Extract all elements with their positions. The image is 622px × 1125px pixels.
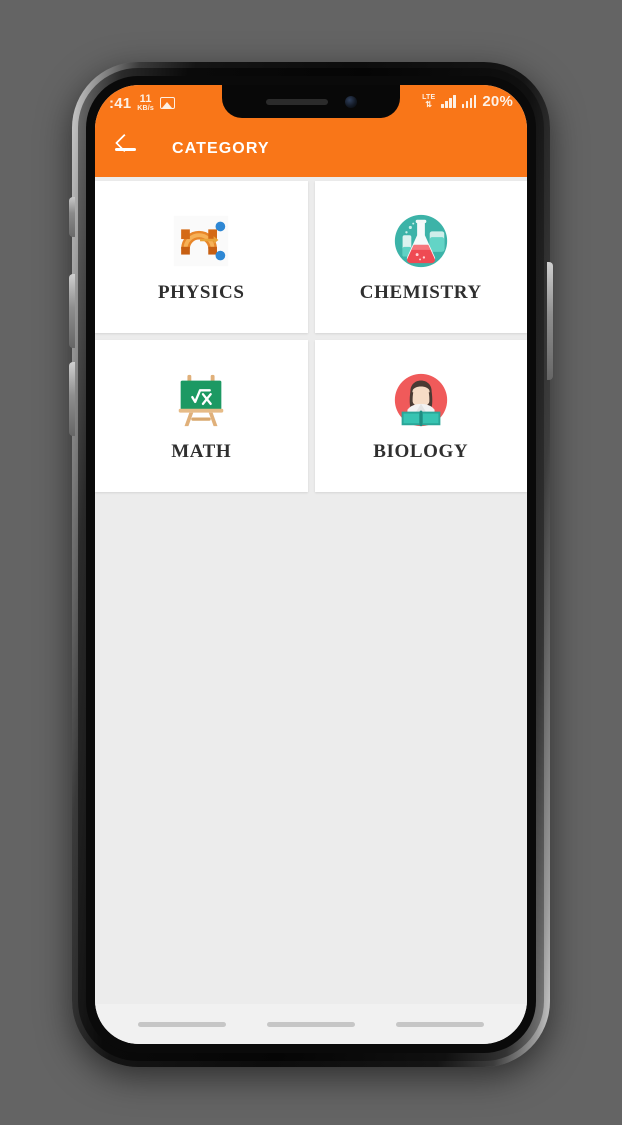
flask-icon [390, 210, 452, 272]
status-bar-right: LTE ⇅ 20% [422, 89, 513, 109]
power-button[interactable] [547, 262, 553, 380]
category-label: BIOLOGY [373, 441, 469, 462]
app-header-bar: CATEGORY [95, 121, 527, 177]
category-label: CHEMISTRY [359, 282, 482, 303]
nav-bar-recents[interactable] [137, 1021, 226, 1027]
silence-switch-button[interactable] [69, 197, 75, 237]
image-icon [160, 97, 176, 109]
signal-strength-icon-sim2 [461, 95, 477, 108]
nav-bar-home[interactable] [266, 1021, 355, 1027]
data-transfer-arrows-icon: ⇅ [425, 100, 433, 109]
lte-indicator: LTE ⇅ [422, 94, 435, 109]
network-speed-value: 11 [139, 93, 152, 105]
category-card-chemistry[interactable]: CHEMISTRY [314, 181, 527, 333]
system-navigation-bar [95, 1004, 527, 1044]
back-arrow-icon[interactable] [113, 136, 139, 162]
volume-up-button[interactable] [69, 274, 75, 348]
magnet-icon [170, 210, 232, 272]
chalkboard-icon [170, 369, 232, 431]
status-clock: :41 [109, 94, 132, 112]
volume-down-button[interactable] [69, 362, 75, 436]
status-bar: :41 11 KB/s LTE ⇅ 20% [95, 85, 527, 121]
network-speed-unit: KB/s [137, 105, 155, 112]
category-grid: PHYSICS CHEMISTRY MATH BIOLOGY [95, 177, 527, 492]
status-bar-left: :41 11 KB/s [109, 89, 176, 113]
student-icon [390, 369, 452, 431]
category-label: MATH [171, 441, 232, 462]
category-content-area: PHYSICS CHEMISTRY MATH BIOLOGY [95, 177, 527, 1004]
category-card-biology[interactable]: BIOLOGY [314, 340, 527, 492]
front-camera-icon [344, 95, 357, 108]
earpiece-speaker-icon [265, 98, 328, 105]
nav-bar-back[interactable] [396, 1021, 485, 1027]
category-label: PHYSICS [157, 282, 245, 303]
display-notch [222, 85, 400, 118]
page-title: CATEGORY [172, 140, 270, 157]
phone-device-frame: :41 11 KB/s LTE ⇅ 20% CATEGORY PHYSICS C… [69, 62, 553, 1067]
category-card-math[interactable]: MATH [95, 340, 308, 492]
network-speed-indicator: 11 KB/s [137, 93, 155, 113]
battery-percentage: 20% [482, 93, 513, 110]
phone-screen: :41 11 KB/s LTE ⇅ 20% CATEGORY PHYSICS C… [95, 85, 527, 1044]
category-card-physics[interactable]: PHYSICS [95, 181, 308, 333]
signal-strength-icon-sim1 [441, 95, 456, 108]
